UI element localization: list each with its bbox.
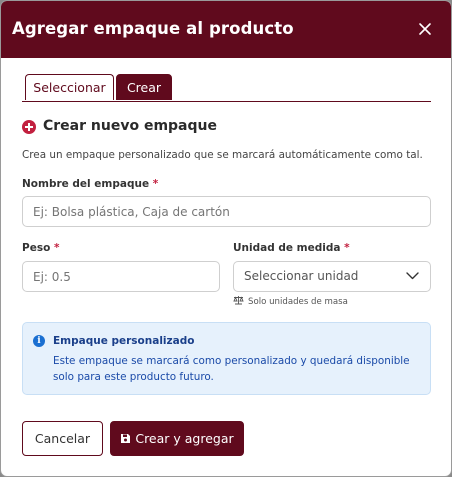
tab-seleccionar[interactable]: Seleccionar [25, 74, 114, 100]
required-marker: * [152, 178, 159, 190]
unit-hint-text: Solo unidades de masa [248, 297, 348, 307]
name-label: Nombre del empaque * [22, 178, 158, 190]
modal-title: Agregar empaque al producto [12, 19, 294, 38]
required-marker: * [344, 242, 350, 254]
modal-dialog: Agregar empaque al producto Seleccionar … [0, 0, 452, 477]
unit-select[interactable]: Seleccionar unidad [233, 261, 431, 292]
scale-icon [233, 296, 244, 305]
chevron-down-icon [406, 272, 419, 280]
close-icon[interactable] [417, 21, 433, 37]
package-name-input[interactable] [22, 196, 431, 227]
tab-crear[interactable]: Crear [116, 74, 172, 100]
plus-circle-icon [22, 120, 36, 134]
unit-select-value: Seleccionar unidad [244, 269, 359, 283]
alert-text: Este empaque se marcará como personaliza… [53, 355, 410, 383]
alert-title: Empaque personalizado [53, 335, 195, 347]
create-and-add-button[interactable]: Crear y agregar [110, 421, 244, 456]
tab-bar: Seleccionar Crear [22, 74, 431, 102]
modal-header: Agregar empaque al producto [1, 1, 451, 58]
unit-label-text: Unidad de medida [233, 242, 341, 254]
cancel-button[interactable]: Cancelar [22, 421, 103, 456]
weight-label: Peso * [22, 242, 59, 254]
section-description: Crea un empaque personalizado que se mar… [22, 149, 423, 161]
info-alert: i Empaque personalizado Este empaque se … [22, 322, 431, 395]
required-marker: * [53, 242, 60, 254]
weight-input[interactable] [22, 261, 220, 292]
unit-label: Unidad de medida * [233, 242, 350, 254]
unit-hint: Solo unidades de masa [233, 295, 348, 307]
save-icon [121, 434, 131, 443]
section-title: Crear nuevo empaque [43, 118, 217, 134]
weight-label-text: Peso [22, 242, 51, 254]
info-icon: i [33, 335, 45, 347]
create-button-label: Crear y agregar [135, 431, 234, 446]
name-label-text: Nombre del empaque [22, 178, 150, 190]
